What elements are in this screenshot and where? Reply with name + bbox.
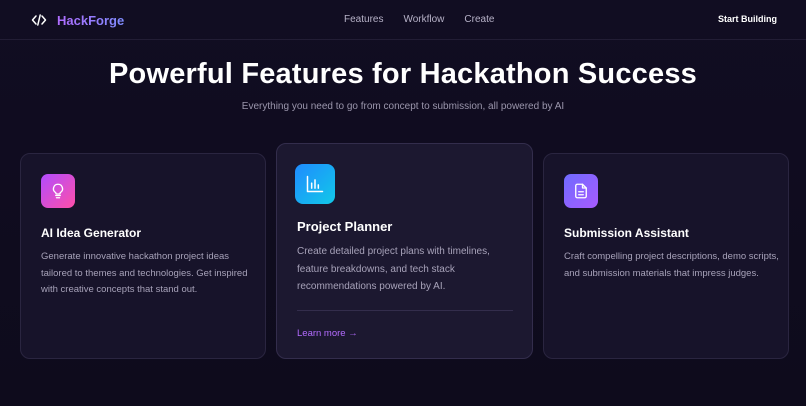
nav-links: Features Workflow Create [344,14,494,25]
nav-link-workflow[interactable]: Workflow [403,14,444,25]
card-title: AI Idea Generator [41,226,142,240]
brand-name: HackForge [57,12,125,28]
nav-link-create[interactable]: Create [464,14,494,25]
start-building-button[interactable]: Start Building [718,14,777,24]
card-description: Generate innovative hackathon project id… [41,251,248,295]
card-description: Create detailed project plans with timel… [297,246,490,292]
page-subtitle: Everything you need to go from concept t… [241,101,565,112]
card-description: Craft compelling project descriptions, d… [564,251,779,279]
chart-icon [295,164,335,204]
feature-card-idea-generator[interactable]: AI Idea Generator Generate innovative ha… [20,153,266,359]
code-icon [31,12,47,28]
page-title: Powerful Features for Hackathon Success [109,58,697,90]
card-title: Submission Assistant [564,226,689,240]
learn-more-link[interactable]: Learn more → [297,328,358,339]
card-divider [297,310,513,311]
card-title: Project Planner [297,219,393,234]
lightbulb-icon [41,174,75,208]
document-icon [564,174,598,208]
nav-link-features[interactable]: Features [344,14,383,25]
feature-card-project-planner[interactable]: Project Planner Create detailed project … [276,143,533,359]
landing-page: HackForge Features Workflow Create Start… [0,0,806,406]
top-nav: HackForge Features Workflow Create Start… [0,0,806,40]
brand[interactable]: HackForge [31,12,124,28]
feature-card-submission-assistant[interactable]: Submission Assistant Craft compelling pr… [543,153,789,359]
